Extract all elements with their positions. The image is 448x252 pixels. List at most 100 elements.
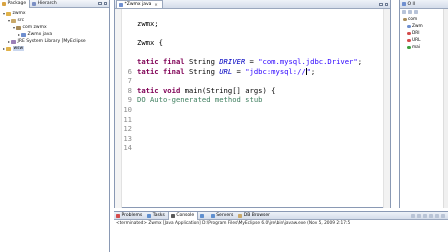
- tab-hierarchy[interactable]: Hierarch: [30, 0, 60, 8]
- pin-console-icon[interactable]: [435, 213, 439, 218]
- console-tab[interactable]: Console: [167, 211, 199, 220]
- outline-item[interactable]: URL: [400, 37, 448, 44]
- tree-item-label: Zwmx java: [27, 32, 53, 37]
- remove-launch-icon[interactable]: [417, 213, 421, 218]
- tree-item[interactable]: ▾ zwmx: [0, 10, 109, 17]
- line-number: [123, 38, 137, 48]
- code-line[interactable]: tatic final String DRIVER = "com.mysql.j…: [123, 57, 382, 67]
- minimize-icon[interactable]: [98, 1, 102, 6]
- console-tab-label: Problems: [121, 213, 143, 218]
- outline-item[interactable]: DRI: [400, 30, 448, 37]
- editor-tab-zwmx-java[interactable]: *Zwmx java ✕: [116, 0, 163, 8]
- console-tab-icon: [238, 213, 243, 218]
- tree-item[interactable]: ▸ Zwmx java: [0, 31, 109, 38]
- code-token: "com.mysql.jdbc.Driver": [258, 56, 358, 66]
- tab-label: Hierarch: [37, 1, 57, 6]
- line-number: [123, 28, 137, 38]
- console-tab[interactable]: [198, 212, 209, 220]
- code-line[interactable]: Zwmx {: [123, 38, 382, 48]
- code-line[interactable]: 12: [123, 124, 382, 134]
- tree-node-icon: [11, 18, 16, 23]
- tree-item[interactable]: ▸ wsw: [0, 45, 109, 52]
- tree-item-label: JRE System Library [MyEclipse: [17, 39, 86, 44]
- code-line[interactable]: 14: [123, 143, 382, 153]
- display-console-icon[interactable]: [441, 213, 445, 218]
- code-token: DO Auto-generated method stub: [137, 95, 263, 105]
- close-icon[interactable]: ✕: [154, 2, 157, 7]
- console-tab-label: Servers: [216, 213, 234, 218]
- outline-view: O ll com Zwm DRI URL mai: [399, 0, 448, 208]
- tree-item-label: zwmx: [12, 11, 26, 16]
- code-line[interactable]: 6 tatic final String URL = "jdbc:mysql://…: [123, 67, 382, 77]
- outline-tabbar: O ll: [400, 0, 448, 9]
- outline-item-icon: [403, 17, 407, 22]
- tree-node-icon: [16, 25, 21, 30]
- code-line[interactable]: zwmx;: [123, 19, 382, 29]
- line-number: 9: [127, 95, 132, 105]
- code-editor: *Zwmx java ✕ zwmx; Zwmx { tatic final Stri…: [114, 0, 391, 208]
- tree-node-icon: [6, 11, 11, 16]
- code-line[interactable]: 8 tatic void main(String[] args) {: [123, 86, 382, 96]
- console-view: Problems Tasks Console Servers DB Browser <t…: [114, 211, 448, 252]
- package-explorer-tabbar: Package Hierarch: [0, 0, 109, 8]
- view-controls: [98, 1, 109, 6]
- sort-icon[interactable]: [402, 10, 406, 14]
- code-line[interactable]: 10: [123, 105, 382, 115]
- tree-item-label: wsw: [12, 46, 25, 51]
- code-token: tatic final: [137, 66, 189, 76]
- tab-package-explorer[interactable]: Package: [0, 0, 31, 8]
- console-tab[interactable]: Servers: [209, 212, 237, 220]
- outline-item[interactable]: com: [400, 16, 448, 23]
- console-tab-label: Console: [176, 213, 195, 218]
- line-number: 14: [123, 143, 132, 153]
- code-line[interactable]: [123, 47, 382, 57]
- code-line[interactable]: [123, 9, 382, 19]
- maximize-icon[interactable]: [103, 1, 107, 6]
- outline-scrollbar[interactable]: [443, 9, 448, 208]
- tree-item-label: src: [17, 18, 25, 23]
- tree-item[interactable]: ▾ com zwmx: [0, 24, 109, 31]
- code-token: ;: [310, 66, 316, 76]
- outline-list: com Zwm DRI URL mai: [400, 16, 448, 51]
- minimize-icon[interactable]: [379, 2, 383, 6]
- line-number: 7: [127, 76, 132, 86]
- outline-item[interactable]: mai: [400, 44, 448, 51]
- console-tab[interactable]: Problems: [114, 212, 145, 220]
- console-tab-icon: [116, 213, 120, 218]
- code-token: =: [232, 66, 246, 76]
- tree-item[interactable]: ▸ JRE System Library [MyEclipse: [0, 38, 109, 45]
- console-status-line: <terminated> Zwmx [Java Application] D:\…: [116, 221, 351, 226]
- package-icon: [2, 1, 6, 6]
- outline-tab-label[interactable]: O ll: [408, 2, 415, 7]
- terminate-icon[interactable]: [411, 213, 415, 218]
- code-token: String: [188, 66, 220, 76]
- code-line[interactable]: 7: [123, 76, 382, 86]
- code-line[interactable]: 9 DO Auto-generated method stub: [123, 95, 382, 105]
- code-line[interactable]: 13: [123, 134, 382, 144]
- maximize-icon[interactable]: [384, 2, 388, 6]
- hide-static-icon[interactable]: [414, 10, 418, 14]
- tree-item-label: com zwmx: [22, 25, 47, 30]
- scroll-lock-icon[interactable]: [429, 213, 433, 218]
- outline-item-label: com: [408, 17, 418, 22]
- console-tab[interactable]: Tasks: [145, 212, 168, 220]
- code-token: "jdbc:mysql://: [245, 66, 306, 76]
- console-output[interactable]: [114, 227, 448, 252]
- line-number: 6: [127, 66, 132, 76]
- code-area[interactable]: zwmx; Zwmx { tatic final String DRIVER = "…: [123, 9, 382, 207]
- line-number: [123, 47, 137, 57]
- outline-toolbar: [400, 9, 448, 16]
- outline-item-label: Zwm: [412, 24, 423, 29]
- package-explorer: Package Hierarch ▾ zwmx ▾ src ▾ com zwmx ▸ Zwmx…: [0, 0, 110, 252]
- hide-fields-icon[interactable]: [408, 10, 412, 14]
- code-text: DO Auto-generated method stub: [137, 95, 263, 105]
- clear-console-icon[interactable]: [423, 213, 427, 218]
- console-tab-icon: [210, 213, 215, 218]
- outline-item[interactable]: Zwm: [400, 23, 448, 30]
- tab-label: Package: [7, 1, 27, 6]
- code-line[interactable]: 11: [123, 115, 382, 125]
- tree-item[interactable]: ▾ src: [0, 17, 109, 24]
- code-line[interactable]: [123, 28, 382, 38]
- console-tab[interactable]: DB Browser: [236, 212, 273, 220]
- editor-tab-label: *Zwmx java: [124, 2, 152, 7]
